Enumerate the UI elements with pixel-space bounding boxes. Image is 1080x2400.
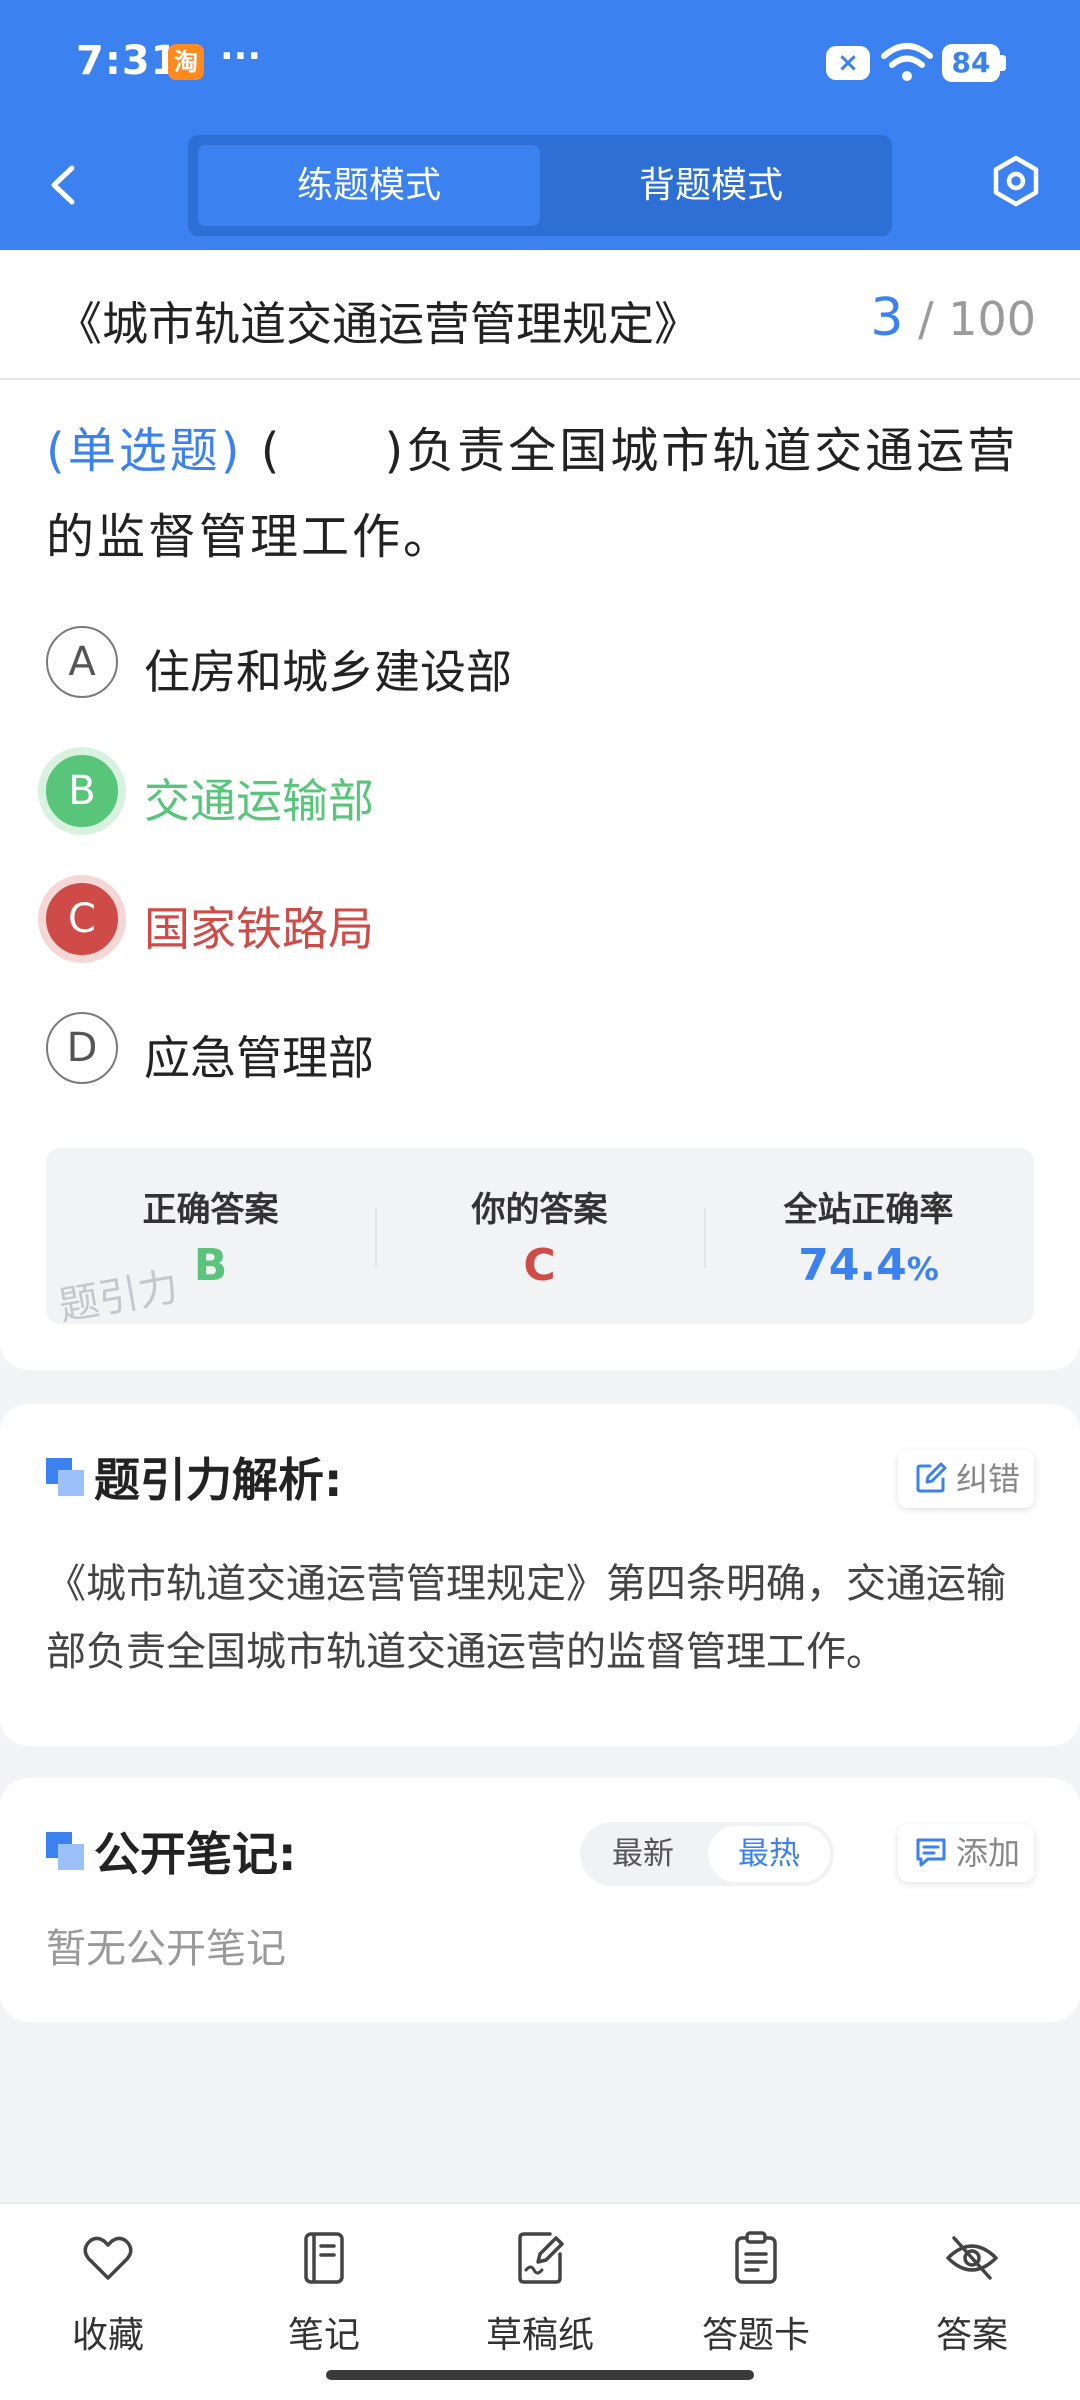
current-question-number: 3 [870,288,904,348]
wifi-icon [881,43,933,81]
answer-summary: 正确答案 B 你的答案 C 全站正确率 74.4% 题引力 [46,1148,1034,1330]
status-time: 7:31 [76,38,180,84]
option-letter: C [46,883,118,955]
favorite-label: 收藏 [71,2315,144,2356]
notes-label: 笔记 [287,2315,360,2356]
option-d[interactable]: D 应急管理部 [46,1012,1026,1086]
battery-icon: 84 [942,44,1000,82]
notes-title: 公开笔记: [94,1827,297,1881]
status-bar: 7:31 淘 ··· × 84 [0,0,1080,125]
your-answer: 你的答案 C [375,1148,704,1324]
analysis-text: 《城市轨道交通运营管理规定》第四条明确，交通运输部负责全国城市轨道交通运营的监督… [46,1561,1006,1675]
accuracy-unit: % [906,1250,939,1288]
heart-icon [83,2236,133,2280]
question-type: (单选题) [46,423,243,479]
option-text: 住房和城乡建设部 [144,645,512,699]
eye-off-icon [946,2236,998,2280]
tab-practice-mode[interactable]: 练题模式 [198,145,540,226]
show-answer-label: 答案 [935,2315,1008,2356]
show-answer-button[interactable]: 答案 [892,2230,1052,2360]
option-letter: D [46,1012,118,1084]
answer-card-icon [735,2231,777,2284]
more-notifications-icon: ··· [220,36,262,77]
option-c[interactable]: C 国家铁路局 [46,883,1026,957]
comment-icon [916,1838,946,1867]
report-error-button[interactable]: 纠错 [897,1450,1034,1508]
question-progress: 3 / 100 [870,288,1036,348]
draft-paper-button[interactable]: 草稿纸 [460,2230,620,2360]
question-card: (单选题) ( )负责全国城市轨道交通运营的监督管理工作。 A 住房和城乡建设部… [0,380,1080,1370]
no-sim-icon: × [826,46,870,80]
question-stem: (单选题) ( )负责全国城市轨道交通运营的监督管理工作。 [46,408,1036,580]
empty-notes-text: 暂无公开笔记 [46,1926,286,1972]
answer-card-button[interactable]: 答题卡 [676,2230,836,2360]
favorite-button[interactable]: 收藏 [28,2230,188,2360]
option-b[interactable]: B 交通运输部 [46,755,1026,829]
notes-button[interactable]: 笔记 [244,2230,404,2360]
app-header: 7:31 淘 ··· × 84 练题模式 背题模式 [0,0,1080,250]
document-title: 《城市轨道交通运营管理规定》 [56,297,700,351]
site-accuracy-label: 全站正确率 [783,1190,954,1230]
site-accuracy: 全站正确率 74.4% [704,1148,1033,1324]
title-row: 《城市轨道交通运营管理规定》 3 / 100 [0,250,1080,380]
notebook-icon [304,2232,344,2284]
add-note-button[interactable]: 添加 [897,1824,1034,1882]
back-arrow-icon[interactable] [40,160,90,210]
taobao-app-icon: 淘 [168,44,204,80]
option-letter: B [46,755,118,827]
settings-icon[interactable] [990,155,1042,207]
add-note-label: 添加 [955,1834,1020,1872]
tab-recite-mode[interactable]: 背题模式 [540,145,882,226]
option-letter: A [46,626,118,698]
notes-sort-toggle: 最新 最热 [580,1822,834,1886]
progress-separator: / [918,292,934,346]
option-text: 应急管理部 [144,1031,374,1085]
option-text: 国家铁路局 [144,902,374,956]
draft-paper-icon [518,2232,564,2284]
sort-latest[interactable]: 最新 [582,1822,704,1886]
mode-switch: 练题模式 背题模式 [188,135,892,236]
analysis-title: 题引力解析: [94,1453,343,1507]
answer-card-label: 答题卡 [701,2315,810,2356]
battery-nub [1000,55,1006,71]
your-answer-value: C [523,1240,556,1291]
accuracy-number: 74.4 [798,1240,907,1291]
option-a[interactable]: A 住房和城乡建设部 [46,626,1026,700]
section-icon [46,1832,84,1870]
edit-icon [916,1462,947,1493]
public-notes-card: 公开笔记: 最新 最热 添加 暂无公开笔记 [0,1778,1080,2022]
draft-paper-label: 草稿纸 [485,2315,594,2356]
total-questions: 100 [948,292,1036,346]
home-indicator[interactable] [326,2370,754,2380]
report-error-label: 纠错 [955,1460,1020,1498]
correct-answer-label: 正确答案 [142,1190,279,1230]
analysis-card: 题引力解析: 纠错 《城市轨道交通运营管理规定》第四条明确，交通运输部负责全国城… [0,1404,1080,1746]
option-text: 交通运输部 [144,774,374,828]
your-answer-label: 你的答案 [471,1190,608,1230]
section-icon [46,1458,84,1496]
sort-hottest[interactable]: 最热 [708,1826,830,1882]
site-accuracy-value: 74.4% [704,1240,1033,1291]
